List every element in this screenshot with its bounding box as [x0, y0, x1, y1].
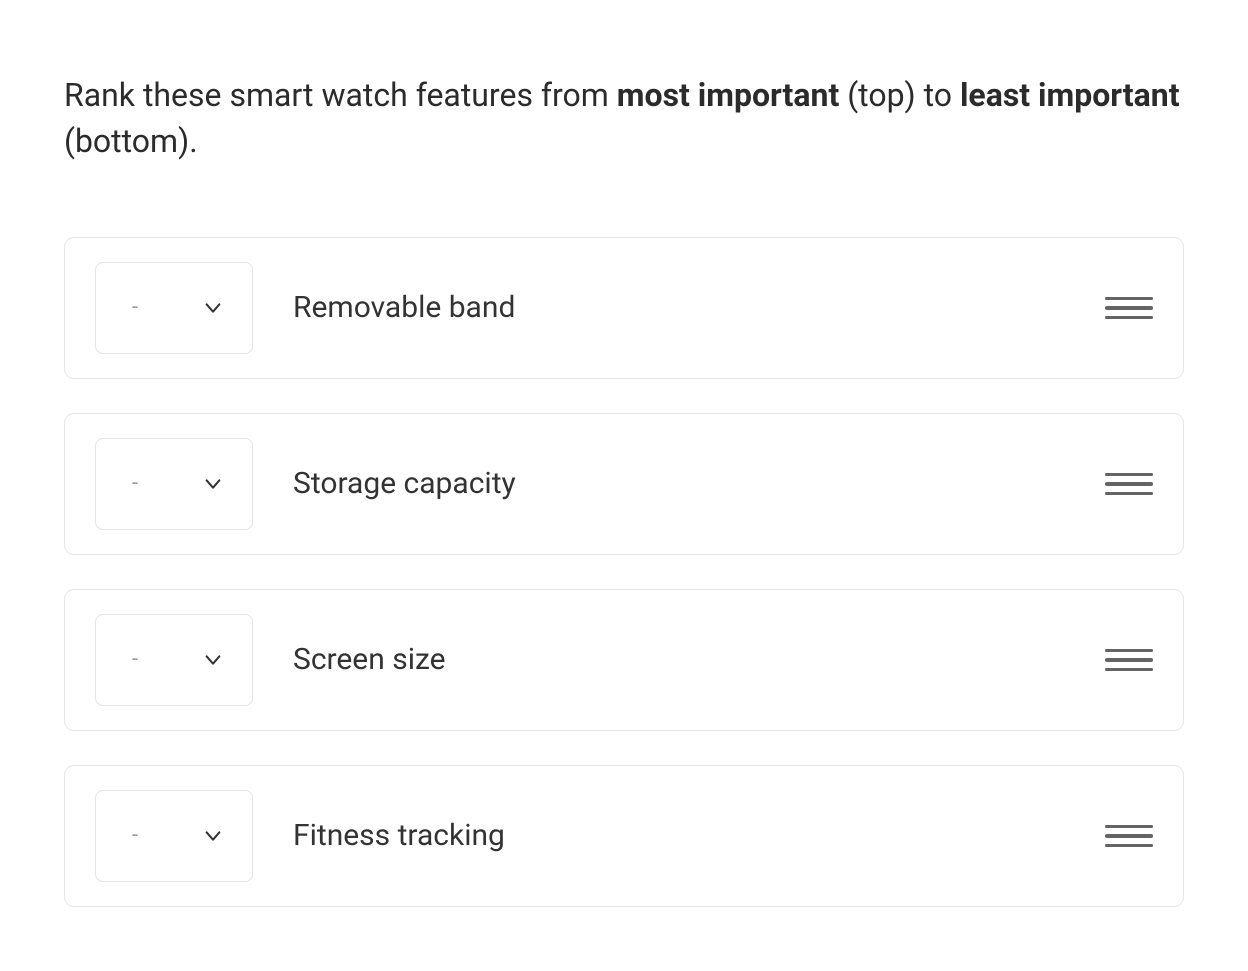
drag-handle-icon[interactable] — [1105, 646, 1153, 674]
rank-select[interactable]: - — [95, 614, 253, 706]
question-suffix: (bottom). — [64, 122, 198, 160]
rank-select-placeholder: - — [132, 471, 138, 496]
rank-select-placeholder: - — [132, 647, 138, 672]
drag-handle-icon[interactable] — [1105, 470, 1153, 498]
drag-handle-icon[interactable] — [1105, 294, 1153, 322]
rank-item-label: Storage capacity — [293, 466, 1105, 501]
question-bold-most: most important — [617, 76, 839, 114]
question-bold-least: least important — [960, 76, 1180, 114]
drag-handle-icon[interactable] — [1105, 822, 1153, 850]
rank-select[interactable]: - — [95, 438, 253, 530]
chevron-down-icon — [202, 649, 224, 671]
rank-select[interactable]: - — [95, 262, 253, 354]
question-middle: (top) to — [839, 76, 960, 114]
rank-select-placeholder: - — [132, 295, 138, 320]
rank-item[interactable]: - Fitness tracking — [64, 765, 1184, 907]
rank-item-label: Screen size — [293, 642, 1105, 677]
rank-select-placeholder: - — [132, 823, 138, 848]
rank-list: - Removable band - Storage capacity — [64, 237, 1184, 907]
rank-item[interactable]: - Storage capacity — [64, 413, 1184, 555]
rank-item[interactable]: - Removable band — [64, 237, 1184, 379]
chevron-down-icon — [202, 297, 224, 319]
chevron-down-icon — [202, 473, 224, 495]
rank-select[interactable]: - — [95, 790, 253, 882]
question-prefix: Rank these smart watch features from — [64, 76, 617, 114]
chevron-down-icon — [202, 825, 224, 847]
question-text: Rank these smart watch features from mos… — [64, 72, 1184, 165]
ranking-question-card: Rank these smart watch features from mos… — [0, 0, 1248, 971]
rank-item-label: Removable band — [293, 290, 1105, 325]
rank-item-label: Fitness tracking — [293, 818, 1105, 853]
rank-item[interactable]: - Screen size — [64, 589, 1184, 731]
